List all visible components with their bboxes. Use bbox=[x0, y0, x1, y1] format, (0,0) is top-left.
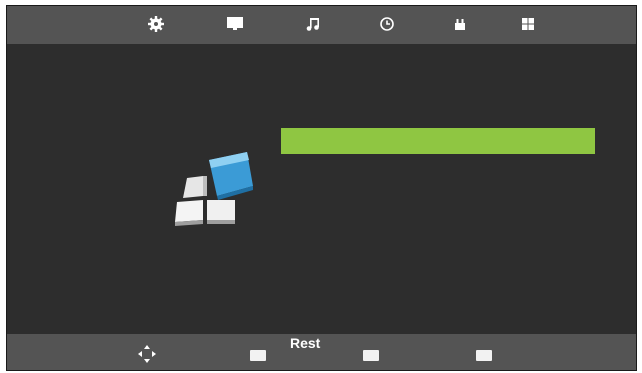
key-2-icon bbox=[363, 350, 379, 361]
progress-bar bbox=[281, 128, 595, 154]
windows-blocks-logo bbox=[171, 148, 257, 228]
progress-bar-fill bbox=[281, 128, 595, 154]
grid-icon[interactable] bbox=[518, 14, 538, 34]
tv-screen: Rest bbox=[6, 5, 637, 371]
bottom-help-bar: Rest bbox=[7, 334, 636, 370]
top-menu-bar bbox=[7, 6, 636, 44]
music-note-icon[interactable] bbox=[303, 14, 323, 34]
gear-icon[interactable] bbox=[146, 14, 166, 34]
lock-icon[interactable] bbox=[450, 14, 470, 34]
key-3-icon bbox=[476, 350, 492, 361]
key-1-icon bbox=[250, 350, 266, 361]
rest-label: Rest bbox=[290, 335, 321, 351]
main-content bbox=[7, 44, 636, 336]
monitor-icon[interactable] bbox=[225, 14, 245, 34]
move-arrows-icon bbox=[136, 343, 158, 370]
clock-icon[interactable] bbox=[377, 14, 397, 34]
